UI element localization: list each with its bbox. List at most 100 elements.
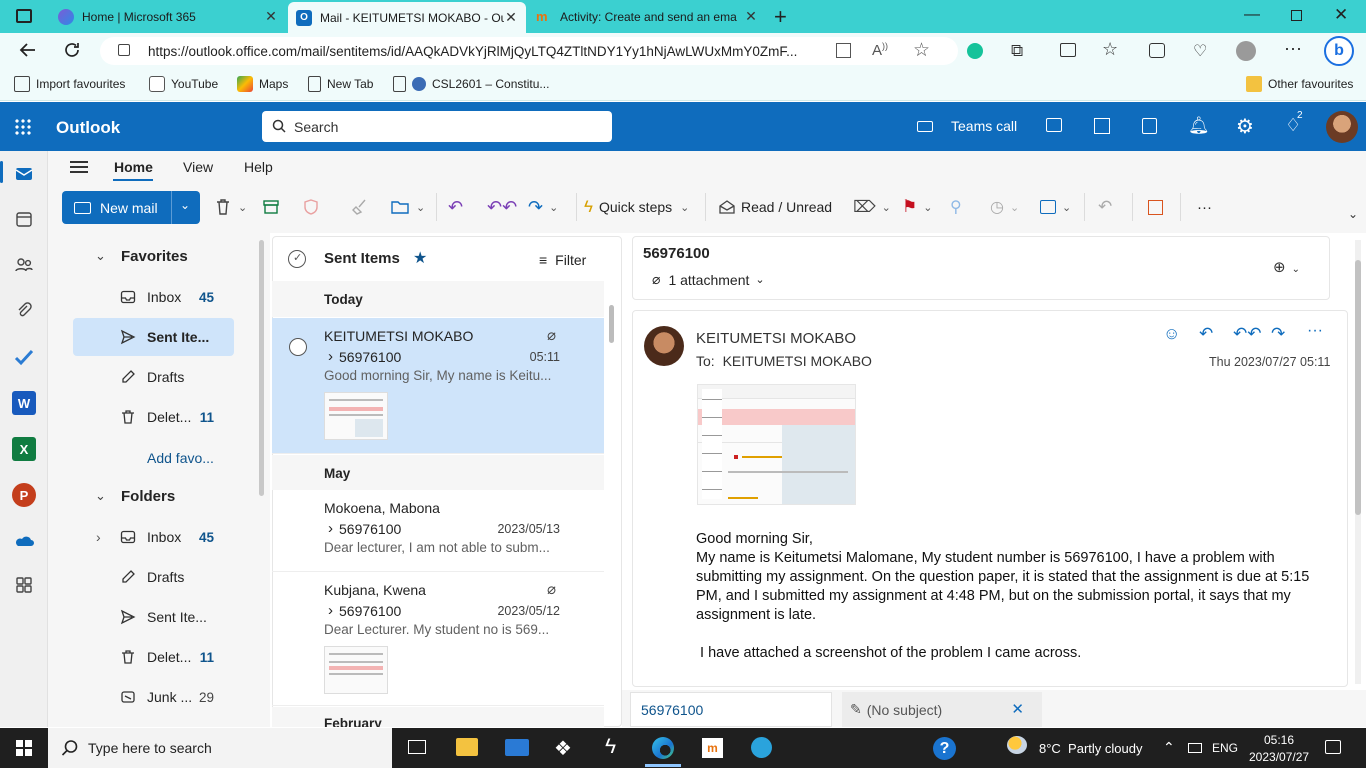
tab-view[interactable]: View [183, 159, 213, 175]
calendar-icon[interactable] [12, 207, 36, 231]
flag-button[interactable]: ⚑ ⌄ [902, 196, 932, 218]
folders-heading[interactable]: Folders [121, 488, 175, 505]
task-view-icon[interactable] [408, 740, 426, 754]
back-icon[interactable] [18, 40, 38, 60]
undo-button[interactable]: ↶ [1098, 196, 1112, 218]
browser-tab-m365[interactable]: Home | Microsoft 365 ✕ [50, 4, 286, 29]
fav-sent-items[interactable]: Sent Ite... [73, 318, 234, 356]
chevron-down-icon[interactable]: ⌄ [416, 201, 425, 214]
list-item[interactable]: KEITUMETSI MOKABO ⌀ › 56976100 05:11 Good… [272, 318, 604, 454]
move-to-button[interactable]: ⌄ [390, 196, 425, 218]
refresh-icon[interactable] [62, 40, 82, 60]
list-item[interactable]: Kubjana, Kwena ⌀ › 56976100 2023/05/12 De… [272, 572, 604, 706]
reply-icon[interactable]: ↶ [1199, 324, 1213, 344]
chevron-down-icon[interactable]: ⌄ [95, 248, 106, 264]
word-icon[interactable] [1094, 118, 1110, 134]
chevron-down-icon[interactable]: ⌄ [923, 201, 932, 214]
bing-icon[interactable]: b [1324, 36, 1354, 66]
powerpoint-app-icon[interactable]: P [12, 483, 36, 507]
extensions-icon[interactable]: ⧉ [1011, 41, 1023, 61]
forward-icon[interactable]: ↷ [1271, 324, 1285, 344]
chevron-up-icon[interactable]: ⌃ [1163, 739, 1175, 756]
ribbon-collapse-icon[interactable]: ⌄ [1348, 207, 1358, 221]
fav-maps[interactable]: Maps [237, 76, 288, 92]
gear-icon[interactable]: ⚙ [1236, 114, 1254, 139]
chevron-down-icon[interactable]: ⌄ [549, 201, 558, 214]
chevron-right-icon[interactable]: › [328, 348, 333, 365]
chevron-right-icon[interactable]: › [328, 602, 333, 619]
tab-help[interactable]: Help [244, 159, 273, 175]
fav-deleted[interactable]: Delet... 11 [73, 398, 234, 436]
rules-button[interactable]: ⌄ [1040, 196, 1071, 218]
lock-icon[interactable] [118, 44, 130, 56]
mail-app-icon[interactable] [505, 739, 529, 756]
attachment-thumbnail[interactable] [324, 392, 388, 440]
todo-icon[interactable] [12, 345, 36, 369]
edge-icon[interactable] [652, 737, 674, 759]
favorites-icon[interactable]: ☆ [1102, 39, 1118, 60]
settings-more-icon[interactable]: ··· [1284, 38, 1302, 59]
chat-icon[interactable] [1046, 118, 1062, 132]
reply-button[interactable]: ↶ [448, 196, 463, 218]
more-options-button[interactable]: ··· [1197, 196, 1212, 218]
chevron-down-icon[interactable]: ⌄ [1010, 201, 1019, 214]
windows-start-icon[interactable] [16, 740, 32, 756]
close-icon[interactable]: ✕ [504, 9, 518, 26]
power-automate-icon[interactable]: ϟ [605, 735, 616, 759]
tab-home[interactable]: Home [114, 159, 153, 175]
chevron-right-icon[interactable]: › [328, 520, 333, 537]
list-scrollbar[interactable] [609, 305, 614, 343]
fav-import[interactable]: Import favourites [14, 76, 125, 92]
fav-other[interactable]: Other favourites [1246, 76, 1353, 92]
inline-screenshot-image[interactable] [697, 384, 856, 505]
language-indicator[interactable]: ENG [1212, 741, 1238, 755]
battery-icon[interactable] [1188, 743, 1202, 753]
more-apps-icon[interactable] [12, 573, 36, 597]
word-app-icon[interactable]: W [12, 391, 36, 415]
zoom-icon[interactable]: ⊕ ⌄ [1273, 258, 1300, 276]
fav-csl2601[interactable]: CSL2601 – Constitu... [393, 76, 549, 92]
notification-center-icon[interactable] [1325, 740, 1341, 754]
report-button[interactable] [302, 196, 320, 218]
more-actions-icon[interactable]: ··· [1307, 322, 1323, 340]
url-field[interactable]: https://outlook.office.com/mail/sentitem… [100, 37, 958, 65]
reading-scroll-thumb[interactable] [1355, 260, 1361, 515]
reply-all-button[interactable]: ↶↶ [487, 196, 517, 218]
favorite-star-icon[interactable]: ☆ [913, 39, 930, 62]
archive-button[interactable] [262, 196, 280, 218]
dropbox-icon[interactable]: ❖ [554, 736, 572, 761]
sender-name[interactable]: KEITUMETSI MOKABO [696, 330, 856, 347]
categorize-button[interactable]: ⌦ ⌄ [853, 196, 891, 218]
compose-tab-reply[interactable]: 56976100 [630, 692, 832, 727]
onedrive-icon[interactable] [12, 529, 36, 553]
teams-call-icon[interactable] [917, 121, 933, 132]
star-icon[interactable]: ★ [413, 248, 427, 268]
notes-icon[interactable] [1142, 118, 1157, 134]
folder-inbox[interactable]: Inbox 45 [73, 518, 234, 556]
app-launcher-icon[interactable] [14, 118, 32, 136]
compose-tab-draft[interactable]: ✎ (No subject) ✕ [842, 692, 1042, 727]
mail-icon[interactable] [12, 162, 36, 186]
chevron-down-icon[interactable]: ⌄ [95, 488, 106, 504]
restore-icon[interactable] [1291, 10, 1302, 21]
avatar[interactable] [1326, 111, 1358, 143]
attachment-thumbnail[interactable] [324, 646, 388, 694]
emoji-reaction-icon[interactable]: ☺ [1163, 324, 1180, 344]
file-explorer-icon[interactable] [456, 738, 478, 756]
read-unread-button[interactable]: Read / Unread [718, 196, 832, 218]
fav-drafts[interactable]: Drafts [73, 358, 234, 396]
filter-button[interactable]: ≡ Filter [539, 252, 586, 268]
attachments-toggle[interactable]: ⌀ 1 attachment ⌄ [652, 271, 765, 288]
profile-icon[interactable] [1236, 41, 1256, 61]
folder-junk[interactable]: Junk ... 29 [73, 678, 234, 716]
apps-button[interactable] [1148, 196, 1163, 218]
new-tab-icon[interactable]: + [774, 4, 787, 30]
chevron-down-icon[interactable]: ⌄ [238, 201, 247, 214]
grammarly-icon[interactable] [967, 43, 983, 59]
app-name[interactable]: Outlook [56, 118, 120, 138]
help-icon[interactable]: ? [933, 737, 956, 760]
clock-time[interactable]: 05:16 [1264, 733, 1294, 747]
people-icon[interactable] [12, 253, 36, 277]
new-mail-button[interactable]: New mail ⌄ [62, 191, 200, 224]
chevron-down-icon[interactable]: ⌄ [1062, 201, 1071, 214]
